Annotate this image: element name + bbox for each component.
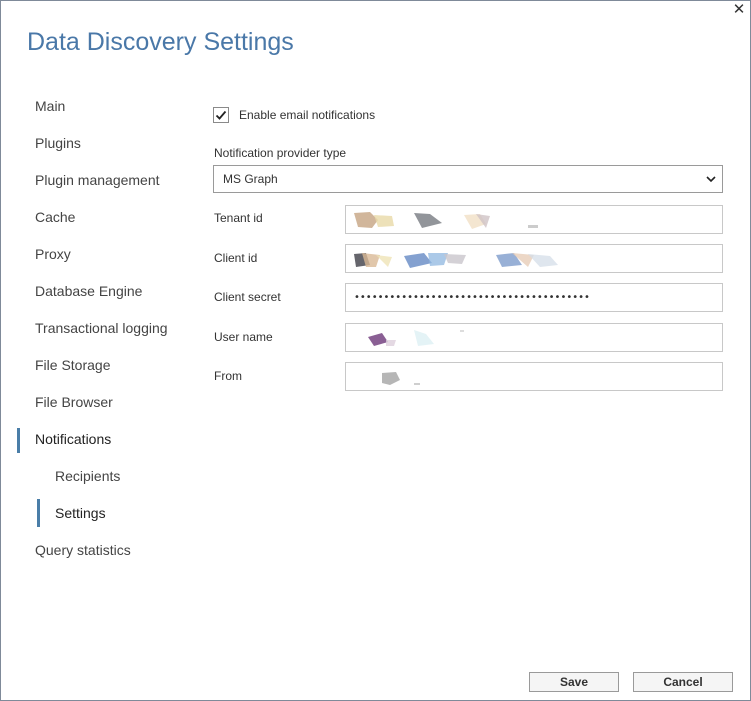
tenant-id-label: Tenant id: [214, 211, 263, 225]
nav-item-proxy[interactable]: Proxy: [17, 237, 197, 274]
client-id-label: Client id: [214, 251, 258, 265]
nav-item-notifications[interactable]: Notifications: [17, 422, 197, 459]
nav-item-recipients[interactable]: Recipients: [17, 459, 197, 496]
nav-item-settings[interactable]: Settings: [17, 496, 197, 533]
nav-item-plugins[interactable]: Plugins: [17, 126, 197, 163]
redacted-text: [354, 212, 538, 229]
cancel-button[interactable]: Cancel: [633, 672, 733, 692]
redacted-text: [382, 372, 420, 385]
close-icon[interactable]: ✕: [732, 2, 746, 17]
enable-email-label: Enable email notifications: [239, 108, 376, 122]
tenant-id-input[interactable]: [345, 205, 723, 234]
client-secret-input[interactable]: ••••••••••••••••••••••••••••••••••••••••: [345, 283, 723, 312]
provider-type-label: Notification provider type: [214, 146, 347, 160]
from-label: From: [214, 369, 242, 383]
settings-nav: Main Plugins Plugin management Cache Pro…: [17, 89, 197, 570]
client-secret-label: Client secret: [214, 290, 281, 304]
checkmark-icon: [215, 110, 227, 120]
from-input[interactable]: [345, 362, 723, 391]
nav-item-file-browser[interactable]: File Browser: [17, 385, 197, 422]
user-name-input[interactable]: [345, 323, 723, 352]
settings-dialog: ✕ Data Discovery Settings Main Plugins P…: [0, 0, 751, 701]
nav-item-cache[interactable]: Cache: [17, 200, 197, 237]
nav-item-database-engine[interactable]: Database Engine: [17, 274, 197, 311]
redacted-text: [354, 253, 558, 268]
enable-email-checkbox[interactable]: [213, 107, 229, 123]
dialog-title: Data Discovery Settings: [27, 28, 294, 56]
chevron-down-icon: [706, 176, 716, 183]
nav-item-query-statistics[interactable]: Query statistics: [17, 533, 197, 570]
save-button[interactable]: Save: [529, 672, 619, 692]
enable-email-row: Enable email notifications: [213, 106, 375, 124]
nav-item-main[interactable]: Main: [17, 89, 197, 126]
nav-item-file-storage[interactable]: File Storage: [17, 348, 197, 385]
redacted-text: [368, 330, 464, 346]
user-name-label: User name: [214, 330, 273, 344]
provider-type-select[interactable]: MS Graph: [213, 165, 723, 193]
provider-type-value: MS Graph: [223, 172, 278, 186]
nav-item-transactional-logging[interactable]: Transactional logging: [17, 311, 197, 348]
client-id-input[interactable]: [345, 244, 723, 273]
nav-item-plugin-management[interactable]: Plugin management: [17, 163, 197, 200]
